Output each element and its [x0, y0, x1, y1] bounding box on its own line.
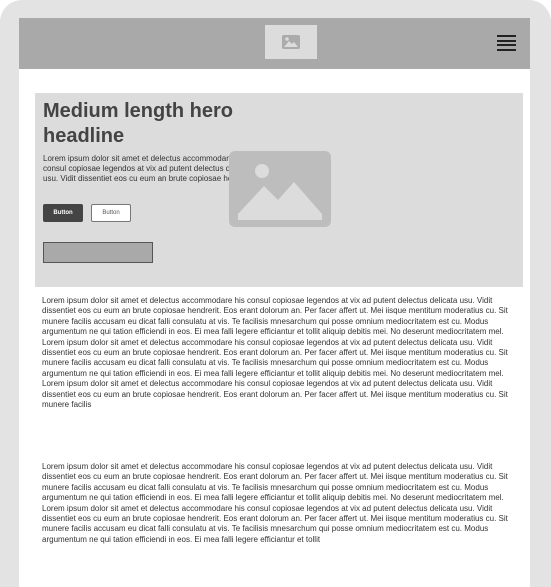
screen: Medium length hero headline Lorem ipsum … — [19, 18, 530, 587]
hero-section: Medium length hero headline Lorem ipsum … — [35, 93, 523, 287]
primary-button[interactable]: Button — [43, 204, 83, 222]
secondary-button[interactable]: Button — [91, 204, 131, 222]
logo[interactable] — [265, 25, 317, 59]
hero-placeholder-bar — [43, 242, 153, 263]
hamburger-menu-icon[interactable] — [497, 35, 516, 51]
image-icon — [282, 35, 300, 49]
hero-description: Lorem ipsum dolor sit amet et delectus a… — [43, 154, 258, 183]
top-navigation-bar — [19, 18, 530, 69]
content-paragraph-1: Lorem ipsum dolor sit amet et delectus a… — [42, 296, 508, 410]
content-paragraph-2: Lorem ipsum dolor sit amet et delectus a… — [42, 462, 508, 544]
hero-image — [229, 151, 331, 227]
image-placeholder-icon — [238, 164, 322, 220]
device-frame: Medium length hero headline Lorem ipsum … — [0, 0, 551, 587]
hero-headline: Medium length hero headline — [43, 100, 233, 147]
